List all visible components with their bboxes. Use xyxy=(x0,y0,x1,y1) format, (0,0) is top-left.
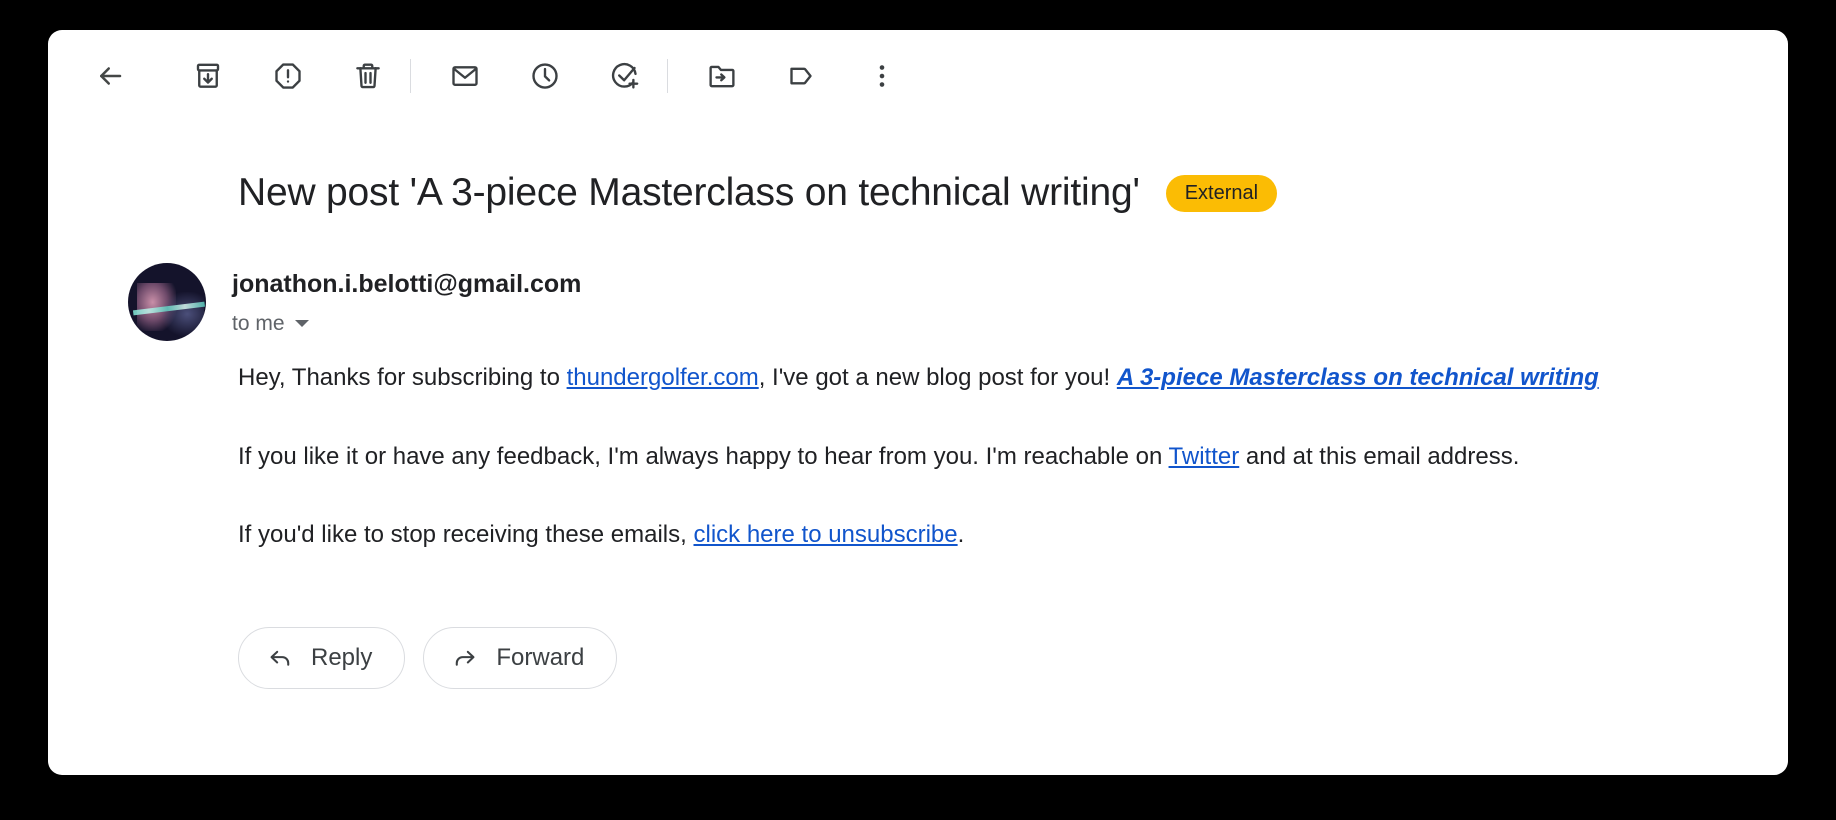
paragraph-2-text-before: If you like it or have any feedback, I'm… xyxy=(238,442,1169,470)
toolbar-divider-1 xyxy=(410,59,411,93)
sender-block: jonathon.i.belotti@gmail.com to me xyxy=(128,262,1788,341)
envelope-icon xyxy=(452,66,478,86)
move-to-folder-icon xyxy=(709,65,735,88)
reply-label: Reply xyxy=(311,644,373,672)
paragraph-1-text-before: Hey, Thanks for subscribing to xyxy=(238,363,567,391)
body-paragraph-1: Hey, Thanks for subscribing to thundergo… xyxy=(238,361,1718,396)
paragraph-1-text-middle: , I've got a new blog post for you! xyxy=(758,363,1117,391)
delete-button[interactable] xyxy=(340,48,396,104)
move-to-button[interactable] xyxy=(694,48,750,104)
recipient-label: to me xyxy=(232,311,285,335)
add-to-tasks-button[interactable] xyxy=(597,48,653,104)
report-spam-icon xyxy=(275,63,301,89)
sender-address: jonathon.i.belotti@gmail.com xyxy=(232,269,582,298)
mark-unread-button[interactable] xyxy=(437,48,493,104)
reply-arrow-icon xyxy=(270,650,290,666)
unsubscribe-link[interactable]: click here to unsubscribe xyxy=(693,521,957,548)
avatar-photo-highlight-right xyxy=(162,292,205,337)
body-paragraph-2: If you like it or have any feedback, I'm… xyxy=(238,440,1718,475)
clock-icon xyxy=(532,63,558,89)
archive-button[interactable] xyxy=(180,48,236,104)
snooze-button[interactable] xyxy=(517,48,573,104)
email-toolbar xyxy=(48,30,1788,122)
trash-icon xyxy=(356,63,380,89)
paragraph-3-text-before: If you'd like to stop receiving these em… xyxy=(238,521,694,549)
more-vertical-icon xyxy=(879,65,885,87)
twitter-link[interactable]: Twitter xyxy=(1169,443,1240,470)
email-card: New post 'A 3-piece Masterclass on techn… xyxy=(48,30,1788,775)
email-subject: New post 'A 3-piece Masterclass on techn… xyxy=(238,171,1140,214)
avatar[interactable] xyxy=(128,262,206,341)
task-add-icon xyxy=(611,62,639,89)
email-body: Hey, Thanks for subscribing to thundergo… xyxy=(238,361,1718,553)
toolbar-divider-2 xyxy=(667,59,668,93)
chevron-down-icon xyxy=(294,319,309,327)
paragraph-3-text-after: . xyxy=(957,521,965,549)
forward-arrow-icon xyxy=(456,650,475,666)
body-paragraph-3: If you'd like to stop receiving these em… xyxy=(238,518,1718,553)
blog-post-link[interactable]: A 3-piece Masterclass on technical writi… xyxy=(1117,364,1599,391)
back-button[interactable] xyxy=(82,48,138,104)
paragraph-2-text-after: and at this email address. xyxy=(1239,442,1520,470)
email-actions: Reply Forward xyxy=(238,627,1788,690)
forward-label: Forward xyxy=(496,644,585,672)
report-spam-button[interactable] xyxy=(260,48,316,104)
forward-button[interactable]: Forward xyxy=(423,627,618,690)
labels-button[interactable] xyxy=(774,48,830,104)
thundergolfer-link[interactable]: thundergolfer.com xyxy=(567,364,759,391)
external-badge: External xyxy=(1165,174,1278,212)
sender-meta: jonathon.i.belotti@gmail.com to me xyxy=(232,263,581,341)
recipient-toggle[interactable]: to me xyxy=(232,311,309,336)
subject-row: New post 'A 3-piece Masterclass on techn… xyxy=(238,170,1788,217)
arrow-left-icon xyxy=(100,67,122,85)
label-tag-icon xyxy=(790,67,812,85)
archive-icon xyxy=(196,63,220,88)
more-options-button[interactable] xyxy=(854,48,910,104)
reply-button[interactable]: Reply xyxy=(238,627,406,690)
